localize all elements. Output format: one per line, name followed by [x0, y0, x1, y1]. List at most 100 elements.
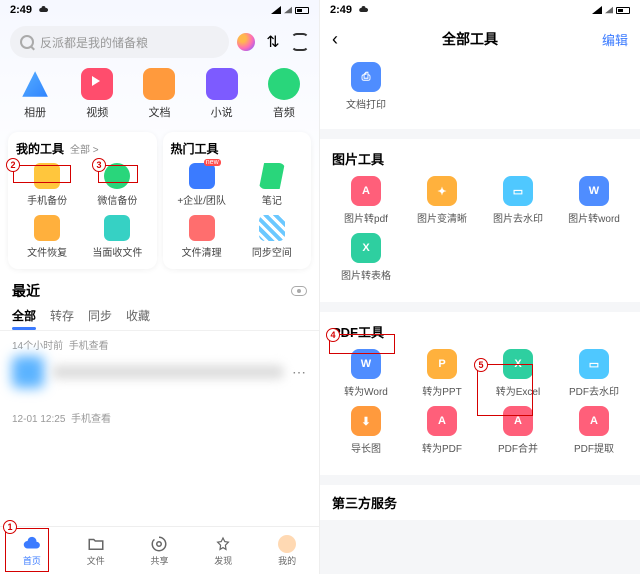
back-button[interactable]: ‹ [332, 29, 338, 50]
tool-导长图[interactable]: ⬇导长图 [328, 406, 404, 455]
novel-icon [206, 68, 238, 100]
category-album[interactable]: 相册 [7, 68, 63, 120]
category-novel[interactable]: 小说 [194, 68, 250, 120]
tool-转为PPT[interactable]: P转为PPT [404, 349, 480, 398]
tool-icon: ▭ [579, 349, 609, 379]
annotation-3: 3 [92, 158, 106, 172]
tab-transfer[interactable]: 转存 [50, 307, 74, 324]
recent-tabs: 全部 转存 同步 收藏 [0, 303, 319, 331]
tool-icon: A [351, 176, 381, 206]
annotation-2: 2 [6, 158, 20, 172]
tool-图片转word[interactable]: W图片转word [556, 176, 632, 225]
page-header: ‹ 全部工具 编辑 [320, 20, 640, 58]
pdf-tools-title: PDF工具 [328, 320, 632, 349]
nav-discover[interactable]: 发现 [214, 535, 232, 567]
top-section: ⎙ 文档打印 [320, 58, 640, 129]
tool-PDF去水印[interactable]: ▭PDF去水印 [556, 349, 632, 398]
cloud-status-icon [358, 4, 370, 16]
nav-mine[interactable]: 我的 [278, 535, 296, 567]
my-tools-more[interactable]: 全部 > [70, 141, 99, 156]
scan-icon[interactable] [291, 33, 309, 51]
tool-face-receive[interactable]: 当面收文件 [84, 215, 150, 259]
tool-图片变清晰[interactable]: ✦图片变清晰 [404, 176, 480, 225]
nav-home[interactable]: 首页 [23, 535, 41, 567]
recent-item[interactable]: 12-01 12:25 手机查看 [0, 404, 319, 431]
magic-icon[interactable] [237, 33, 255, 51]
tab-all[interactable]: 全部 [12, 307, 36, 324]
tool-enterprise[interactable]: new+企业/团队 [169, 163, 235, 207]
tool-PDF合并[interactable]: APDF合并 [480, 406, 556, 455]
tool-icon: ⬇ [351, 406, 381, 436]
tool-phone-backup[interactable]: 手机备份 [14, 163, 80, 207]
tab-sync[interactable]: 同步 [88, 307, 112, 324]
tool-图片转pdf[interactable]: A图片转pdf [328, 176, 404, 225]
tab-favorite[interactable]: 收藏 [126, 307, 150, 324]
enterprise-icon: new [189, 163, 215, 189]
signal-icon [284, 7, 292, 13]
annotation-4: 4 [326, 328, 340, 342]
category-row: 相册 视频 文档 小说 音频 [0, 64, 319, 122]
page-title: 全部工具 [442, 29, 498, 49]
annotation-1: 1 [3, 520, 17, 534]
search-row: 反派都是我的储备粮 ⇅ [0, 20, 319, 64]
battery-icon [295, 7, 309, 14]
visibility-icon[interactable] [291, 286, 307, 296]
tool-icon: A [427, 406, 457, 436]
nav-share[interactable]: 共享 [150, 535, 168, 567]
bottom-nav: 首页 文件 共享 发现 我的 [0, 526, 319, 574]
my-tools-card: 我的工具 全部 > 手机备份 微信备份 文件恢复 当面收文件 [8, 132, 157, 269]
tool-转为PDF[interactable]: A转为PDF [404, 406, 480, 455]
tool-sync-space[interactable]: 同步空间 [239, 215, 305, 259]
recent-title: 最近 [12, 281, 40, 301]
video-icon [81, 68, 113, 100]
category-video[interactable]: 视频 [69, 68, 125, 120]
tool-icon: X [503, 349, 533, 379]
annotation-5: 5 [474, 358, 488, 372]
tool-PDF提取[interactable]: APDF提取 [556, 406, 632, 455]
tool-icon: ▭ [503, 176, 533, 206]
third-party-title: 第三方服务 [320, 485, 640, 520]
edit-button[interactable]: 编辑 [602, 30, 628, 49]
tool-图片转表格[interactable]: X图片转表格 [328, 233, 404, 282]
tool-icon: X [351, 233, 381, 263]
more-icon[interactable]: ⋯ [292, 364, 307, 381]
search-input[interactable]: 反派都是我的储备粮 [10, 26, 229, 58]
pdf-tools-section: PDF工具 W转为WordP转为PPTX转为Excel▭PDF去水印 ⬇导长图A转… [320, 312, 640, 475]
cloud-status-icon [38, 4, 50, 16]
tool-doc-print[interactable]: ⎙ 文档打印 [328, 62, 404, 111]
tool-notes[interactable]: 笔记 [239, 163, 305, 207]
signal-icon [271, 6, 281, 14]
face-receive-icon [104, 215, 130, 241]
battery-icon [616, 7, 630, 14]
tool-icon: P [427, 349, 457, 379]
tool-icon: ✦ [427, 176, 457, 206]
status-bar: 2:49 [0, 0, 319, 20]
tool-file-restore[interactable]: 文件恢复 [14, 215, 80, 259]
my-tools-title: 我的工具 [16, 140, 64, 157]
nav-files[interactable]: 文件 [87, 535, 105, 567]
transfer-icon[interactable]: ⇅ [263, 32, 283, 52]
tool-icon: W [579, 176, 609, 206]
hot-tools-title: 热门工具 [171, 140, 219, 157]
tool-图片去水印[interactable]: ▭图片去水印 [480, 176, 556, 225]
image-tools-title: 图片工具 [328, 147, 632, 176]
album-icon [19, 68, 51, 100]
category-audio[interactable]: 音频 [256, 68, 312, 120]
cloud-icon [23, 535, 41, 553]
avatar-icon [278, 535, 296, 553]
status-time: 2:49 [330, 4, 352, 16]
tool-icon: W [351, 349, 381, 379]
recent-item[interactable]: 14个小时前 手机查看 ⋯ [0, 331, 319, 394]
folder-icon [87, 535, 105, 553]
discover-icon [214, 535, 232, 553]
share-icon [150, 535, 168, 553]
sync-space-icon [259, 215, 285, 241]
phone-backup-icon [34, 163, 60, 189]
tool-转为Word[interactable]: W转为Word [328, 349, 404, 398]
tool-file-clean[interactable]: 文件清理 [169, 215, 235, 259]
category-doc[interactable]: 文档 [131, 68, 187, 120]
doc-icon [143, 68, 175, 100]
tool-转为Excel[interactable]: X转为Excel [480, 349, 556, 398]
tool-icon: A [579, 406, 609, 436]
file-clean-icon [189, 215, 215, 241]
